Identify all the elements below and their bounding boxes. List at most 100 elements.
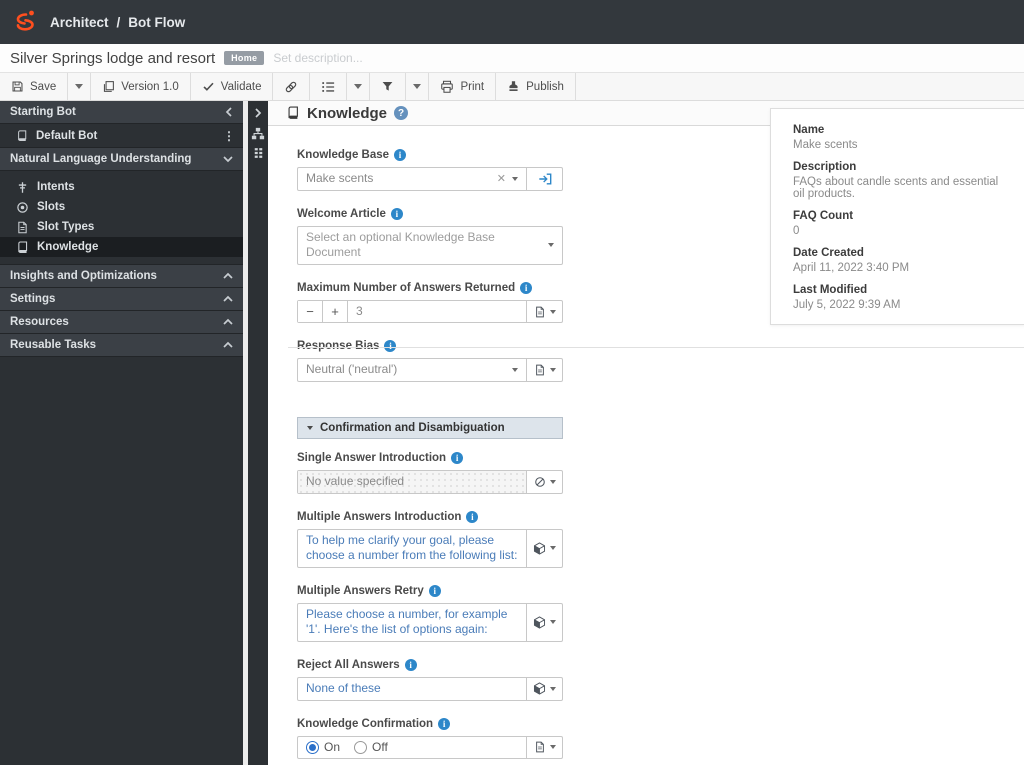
printer-icon (440, 80, 454, 94)
welcome-article-label: Welcome Article i (297, 207, 563, 220)
max-answers-value[interactable]: 3 (348, 301, 526, 323)
max-answers-label: Maximum Number of Answers Returned i (297, 281, 563, 294)
chevron-left-icon[interactable] (225, 107, 233, 117)
help-icon[interactable]: ? (394, 106, 409, 120)
chevron-up-icon[interactable] (223, 341, 233, 349)
knowledge-base-value: Make scents (306, 171, 374, 185)
info-icon[interactable]: i (404, 658, 417, 671)
multiple-intro-field[interactable]: To help me clarify your goal, please cho… (297, 528, 563, 568)
open-sign-in-icon (538, 172, 552, 186)
expression-mode-button[interactable] (526, 300, 562, 323)
literal-page-icon (534, 741, 546, 753)
single-answer-field[interactable]: No value specified (297, 469, 563, 494)
page-title: Knowledge (307, 104, 388, 122)
details-last-modified-value: July 5, 2022 9:39 AM (793, 299, 901, 311)
radio-off[interactable]: Off (354, 740, 388, 756)
chevron-up-icon[interactable] (223, 295, 233, 303)
welcome-article-select[interactable]: Select an optional Knowledge Base Docume… (297, 225, 563, 265)
info-icon[interactable]: i (451, 451, 464, 464)
info-icon[interactable]: i (466, 510, 479, 523)
section-label: Starting Bot (10, 106, 76, 118)
sidebar-section-resources[interactable]: Resources (0, 311, 243, 334)
list-menu-button[interactable] (347, 73, 371, 100)
sidebar-section-starting-bot[interactable]: Starting Bot (0, 101, 243, 124)
architect-app: Architect / Bot Flow Silver Springs lodg… (0, 0, 1024, 765)
reject-all-label: Reject All Answers i (297, 658, 563, 671)
section-label: Insights and Optimizations (10, 270, 157, 282)
chevron-up-icon[interactable] (223, 272, 233, 280)
clear-icon[interactable]: ✕ (491, 172, 512, 186)
nlu-item-label: Intents (37, 181, 75, 193)
nlu-items: Intents Slots Slot Types Knowledge (0, 171, 243, 265)
expression-mode-button[interactable] (526, 359, 562, 381)
info-icon[interactable]: i (390, 207, 403, 220)
filter-funnel-icon (381, 80, 394, 93)
sidebar-section-nlu[interactable]: Natural Language Understanding (0, 148, 243, 171)
knowledge-book-icon (286, 106, 300, 120)
sidebar-section-insights[interactable]: Insights and Optimizations (0, 265, 243, 288)
info-icon[interactable]: i (394, 149, 407, 161)
sidebar-item-slots[interactable]: Slots (0, 197, 243, 217)
open-knowledge-base-button[interactable] (526, 168, 562, 190)
chevron-down-icon[interactable] (548, 243, 554, 248)
multiple-retry-field[interactable]: Please choose a number, for example '1'.… (297, 602, 563, 642)
no-value-mode-button[interactable] (526, 470, 562, 493)
chevron-down-icon (549, 368, 556, 373)
reject-all-field[interactable]: None of these (297, 676, 563, 701)
ordered-list-button[interactable] (310, 73, 348, 100)
sidebar-item-slot-types[interactable]: Slot Types (0, 217, 243, 237)
chevron-down-icon[interactable] (512, 368, 518, 373)
validate-button[interactable]: Validate (191, 73, 274, 100)
details-faq-count-value: 0 (793, 225, 800, 237)
grid-icon[interactable] (254, 147, 263, 159)
confirmation-section-header[interactable]: Confirmation and Disambiguation (297, 416, 563, 439)
kebab-menu-icon[interactable]: ⋮ (223, 130, 235, 142)
publish-button[interactable]: Publish (496, 73, 576, 100)
decrement-button[interactable]: − (298, 300, 323, 323)
chevron-down-icon (354, 84, 363, 89)
increment-button[interactable]: + (323, 300, 348, 323)
print-label: Print (460, 80, 485, 93)
multiple-intro-value: To help me clarify your goal, please cho… (306, 532, 518, 563)
chevron-down-icon (549, 309, 556, 314)
sidebar-item-default-bot[interactable]: Default Bot ⋮ (0, 124, 243, 148)
chevron-up-icon[interactable] (223, 318, 233, 326)
save-button[interactable]: Save (0, 73, 69, 100)
knowledge-base-field[interactable]: Make scents ✕ (297, 167, 563, 191)
details-faq-count-label: FAQ Count (793, 210, 854, 222)
save-menu-button[interactable] (68, 73, 92, 100)
info-icon[interactable]: i (438, 717, 451, 730)
print-button[interactable]: Print (429, 73, 497, 100)
validate-check-icon (202, 80, 215, 93)
communication-mode-button[interactable] (526, 603, 562, 641)
sitemap-icon[interactable] (251, 127, 265, 141)
communication-mode-button[interactable] (526, 529, 562, 567)
sidebar-section-settings[interactable]: Settings (0, 288, 243, 311)
sidebar-item-intents[interactable]: Intents (0, 177, 243, 197)
confirmation-section: Confirmation and Disambiguation Single A… (297, 416, 563, 765)
details-last-modified-label: Last Modified (793, 284, 868, 296)
communication-mode-button[interactable] (526, 677, 562, 700)
radio-off-icon (354, 740, 368, 754)
info-icon[interactable]: i (520, 281, 533, 294)
chevron-down-icon[interactable] (512, 176, 518, 181)
radio-on[interactable]: On (306, 740, 340, 756)
flow-description-placeholder[interactable]: Set description... (273, 51, 362, 65)
filter-menu-button[interactable] (406, 73, 430, 100)
multiple-retry-value: Please choose a number, for example '1'.… (306, 606, 508, 637)
chevron-down-icon[interactable] (223, 155, 233, 163)
response-bias-select[interactable]: Neutral ('neutral') (297, 358, 563, 382)
section-label: Reusable Tasks (10, 339, 97, 351)
expand-panel-chevron-right-icon[interactable] (254, 108, 262, 118)
sidebar-section-reusable-tasks[interactable]: Reusable Tasks (0, 334, 243, 357)
sidebar-item-knowledge[interactable]: Knowledge (0, 237, 243, 257)
link-button[interactable] (273, 73, 311, 100)
expression-mode-button[interactable] (526, 736, 562, 759)
literal-page-icon (534, 306, 546, 318)
filter-button[interactable] (370, 73, 407, 100)
version-button[interactable]: Version 1.0 (91, 73, 191, 100)
intents-icon (16, 181, 29, 194)
communication-cube-icon (533, 682, 546, 695)
nlu-item-label: Slots (37, 201, 66, 213)
info-icon[interactable]: i (428, 584, 441, 597)
